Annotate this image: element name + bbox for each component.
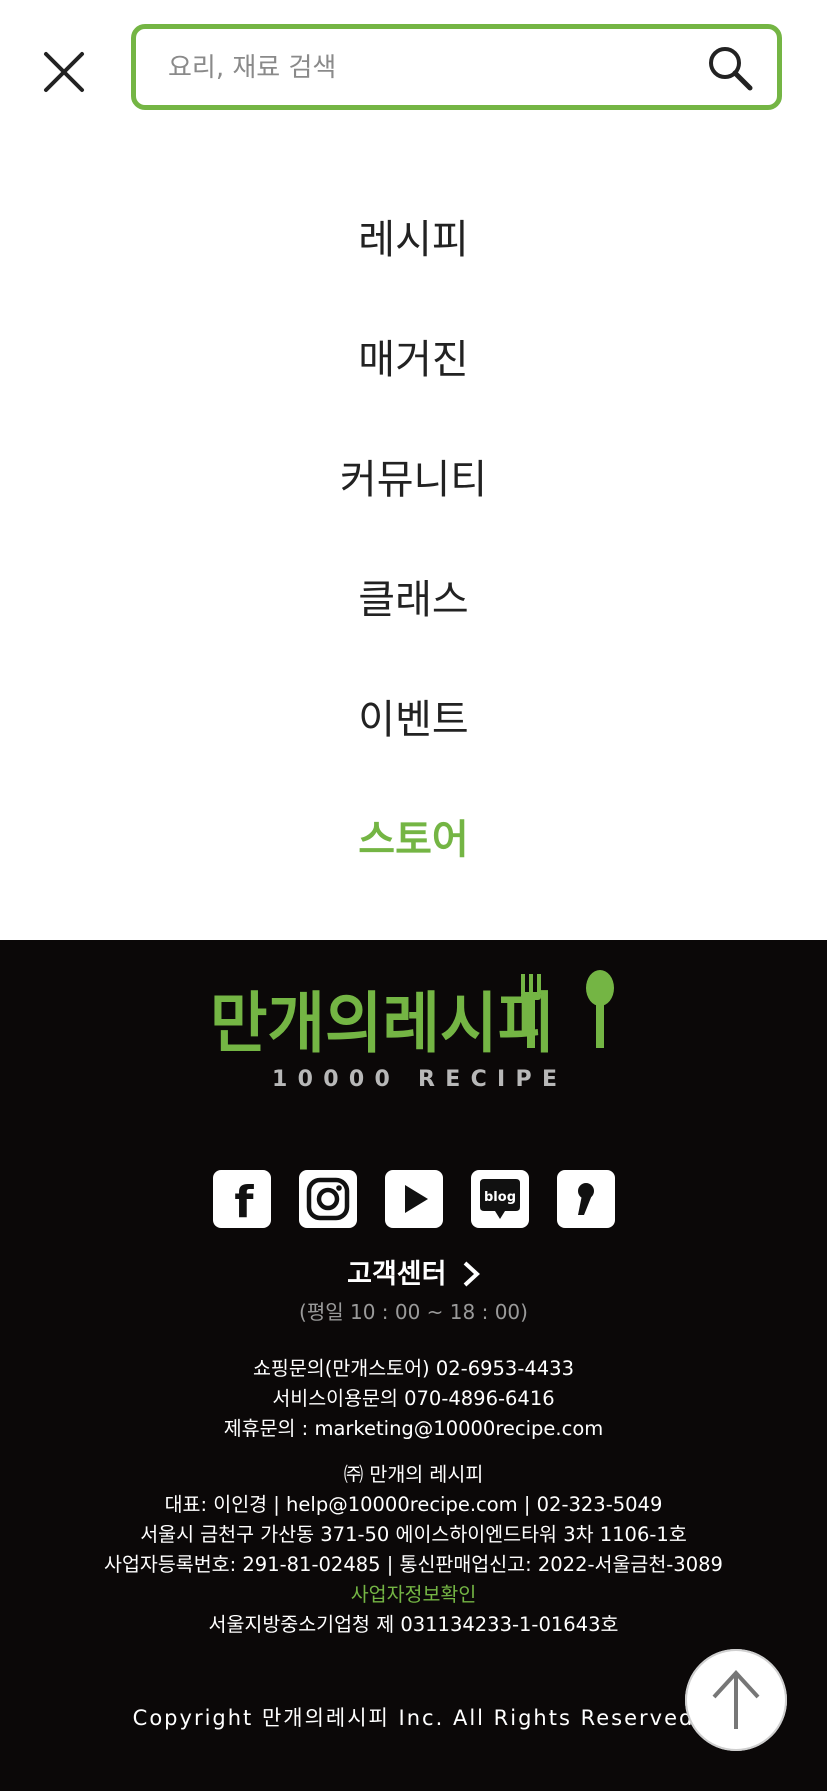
kakaostory-icon <box>577 1183 594 1215</box>
search-input[interactable] <box>166 47 690 89</box>
search-box <box>131 24 782 110</box>
menu-item-community[interactable]: 커뮤니티 <box>0 420 827 540</box>
menu-item-event[interactable]: 이벤트 <box>0 660 827 780</box>
logo-image: 만개의레시피 10000 RECIPE <box>210 970 614 1092</box>
header <box>0 0 827 140</box>
menu-item-store[interactable]: 스토어 <box>0 780 827 900</box>
youtube-link[interactable] <box>384 1170 443 1228</box>
menu-item-magazine[interactable]: 매거진 <box>0 300 827 420</box>
customer-center-link[interactable]: 고객센터 <box>0 1252 827 1291</box>
svg-text:blog: blog <box>484 1190 516 1205</box>
kakaostory-link[interactable] <box>556 1170 615 1228</box>
arrow-up-icon <box>712 1670 760 1729</box>
social-links: f blog <box>0 1170 827 1228</box>
chevron-right-icon <box>463 1261 480 1287</box>
search-button[interactable] <box>705 43 757 95</box>
logo[interactable]: 만개의레시피 10000 RECIPE <box>210 970 620 1092</box>
company-info: ㈜ 만개의 레시피 대표: 이인경 | help@10000recipe.com… <box>0 1460 827 1640</box>
shopping-contact: 쇼핑문의(만개스토어) 02-6953-4433 <box>252 1357 574 1380</box>
menu-item-class[interactable]: 클래스 <box>0 540 827 660</box>
registration-info: 사업자등록번호: 291-81-02485 | 통신판매업신고: 2022-서울… <box>104 1553 723 1576</box>
instagram-link[interactable] <box>298 1170 357 1228</box>
ceo-line: 대표: 이인경 | help@10000recipe.com | 02-323-… <box>164 1493 663 1516</box>
customer-center-hours: (평일 10 : 00 ~ 18 : 00) <box>299 1300 528 1324</box>
logo-subtitle: 10000 RECIPE <box>272 1067 557 1090</box>
blog-icon: blog <box>479 1179 520 1219</box>
logo-wordmark: 만개의레시피 <box>210 985 555 1062</box>
facebook-icon: f <box>234 1177 254 1221</box>
youtube-icon <box>404 1185 428 1213</box>
svg-text:f: f <box>234 1177 254 1221</box>
main-menu: 레시피 매거진 커뮤니티 클래스 이벤트 스토어 <box>0 180 827 900</box>
company-name: ㈜ 만개의 레시피 <box>343 1463 484 1486</box>
instagram-icon <box>306 1177 349 1221</box>
blog-link[interactable]: blog <box>470 1170 529 1228</box>
menu-item-recipe[interactable]: 레시피 <box>0 180 827 300</box>
service-contact: 서비스이용문의 070-4896-6416 <box>272 1387 555 1410</box>
close-icon <box>44 52 84 92</box>
search-icon <box>709 47 753 91</box>
close-button[interactable] <box>36 44 92 100</box>
customer-center-title: 고객센터 <box>347 1259 447 1290</box>
business-info-link[interactable]: 사업자정보확인 <box>0 1580 827 1610</box>
facebook-link[interactable]: f <box>212 1170 271 1228</box>
sme-registration: 서울지방중소기업청 제 031134233-1-01643호 <box>208 1613 619 1636</box>
spoon-icon <box>586 970 614 1048</box>
partnership-contact: 제휴문의 : marketing@10000recipe.com <box>223 1417 604 1440</box>
contact-info: 쇼핑문의(만개스토어) 02-6953-4433 서비스이용문의 070-489… <box>0 1354 827 1444</box>
scroll-top-button[interactable] <box>685 1649 787 1751</box>
company-address: 서울시 금천구 가산동 371-50 에이스하이엔드타워 3차 1106-1호 <box>140 1523 687 1546</box>
